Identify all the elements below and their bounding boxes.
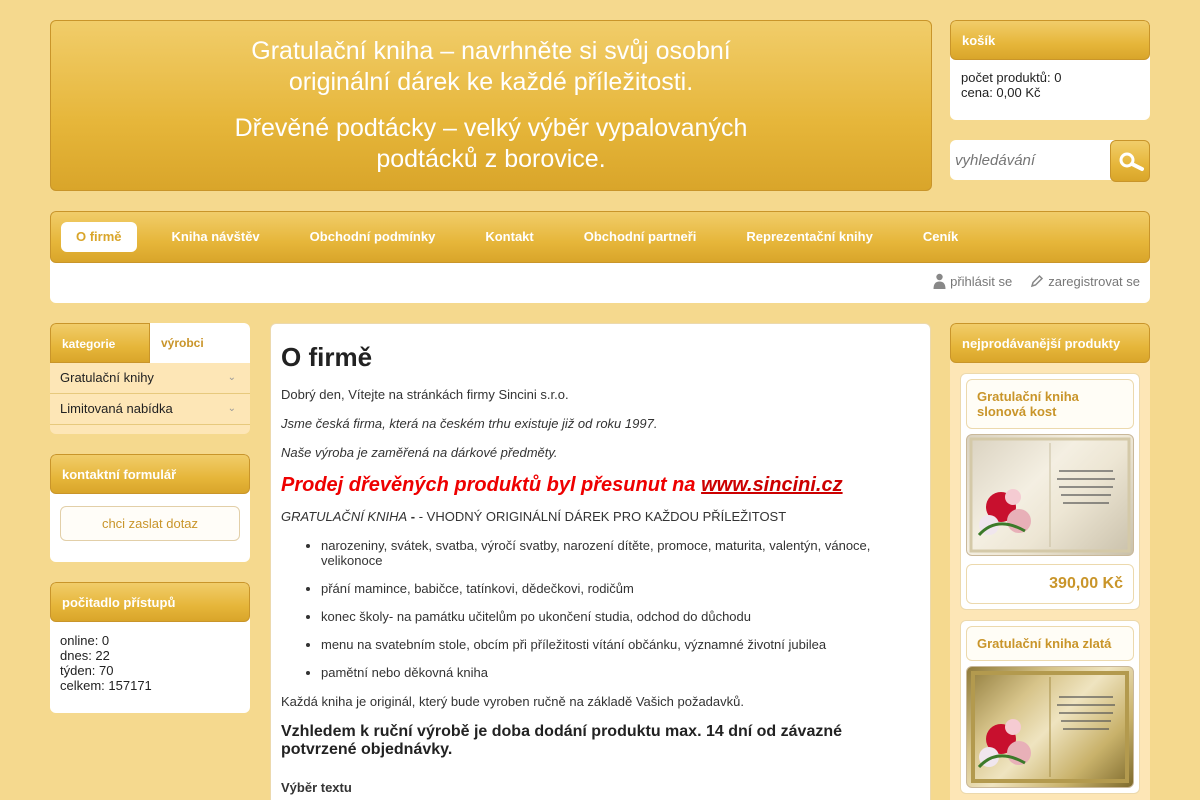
counter-title: počitadlo přístupů <box>50 582 250 622</box>
page-title: O firmě <box>281 342 373 372</box>
categories-box: kategorie výrobci Gratulační knihy ⌄ Lim… <box>50 323 250 434</box>
occasion-list: narozeniny, svátek, svatba, výročí svatb… <box>321 538 920 680</box>
tab-kategorie[interactable]: kategorie <box>50 323 150 363</box>
banner-line-3: Dřevěné podtácky – velký výběr vypalovan… <box>234 114 748 142</box>
text-selection-heading: Výběr textu <box>281 780 352 795</box>
book-rest: - VHODNÝ ORIGINÁLNÍ DÁREK PRO KAŽDOU PŘÍ… <box>415 509 787 524</box>
nav-container: O firmě Kniha návštěv Obchodní podmínky … <box>50 211 1150 303</box>
cart-count: počet produktů: 0 <box>961 70 1062 85</box>
original-text: Každá kniha je originál, který bude vyro… <box>281 694 744 709</box>
banner-text-1: Gratulační kniha – navrhněte si svůj oso… <box>51 36 931 98</box>
nav-item-cenik[interactable]: Ceník <box>908 222 973 252</box>
nav-item-reprezentacni-knihy[interactable]: Reprezentační knihy <box>731 222 887 252</box>
list-item: přání mamince, babičce, tatínkovi, dědeč… <box>321 581 920 596</box>
promo-link[interactable]: www.sincini.cz <box>701 474 843 496</box>
production-text: Naše výroba je zaměřená na dárkové předm… <box>281 445 558 460</box>
category-label: Gratulační knihy <box>60 370 154 385</box>
contact-title: kontaktní formulář <box>50 454 250 494</box>
nav-item-kniha-navstev[interactable]: Kniha návštěv <box>157 222 275 252</box>
book-lead: GRATULAČNÍ KNIHA <box>281 509 408 524</box>
search-input[interactable] <box>950 140 1115 180</box>
list-item: konec školy- na památku učitelům po ukon… <box>321 609 920 624</box>
header-banner: Gratulační kniha – navrhněte si svůj oso… <box>50 20 932 191</box>
register-label: zaregistrovat se <box>1048 273 1140 289</box>
tab-vyrobci[interactable]: výrobci <box>150 323 250 363</box>
banner-text-2: Dřevěné podtácky – velký výběr vypalovan… <box>51 113 931 175</box>
contact-box: kontaktní formulář chci zaslat dotaz <box>50 454 250 562</box>
promo-text: Prodej dřevěných produktů byl přesunut n… <box>281 474 702 496</box>
pencil-icon <box>1031 274 1044 288</box>
product-name[interactable]: Gratulační kniha slonová kost <box>966 379 1134 429</box>
nav-item-o-firme[interactable]: O firmě <box>61 222 137 252</box>
delivery-heading: Vzhledem k ruční výrobě je doba dodání p… <box>281 723 843 758</box>
list-item: pamětní nebo děkovná kniha <box>321 665 920 680</box>
list-item: narozeniny, svátek, svatba, výročí svatb… <box>321 538 920 568</box>
counter-online: online: 0 <box>60 633 110 648</box>
counter-box: počitadlo přístupů online: 0 dnes: 22 tý… <box>50 582 250 713</box>
login-label: přihlásit se <box>950 273 1013 289</box>
chevron-down-icon: ⌄ <box>227 403 236 414</box>
product-card: Gratulační kniha slonová kost 390,00 Kč <box>960 373 1140 610</box>
register-link[interactable]: zaregistrovat se <box>1030 274 1140 289</box>
intro-text: Dobrý den, Vítejte na stránkách firmy Si… <box>281 387 569 402</box>
nav-item-kontakt[interactable]: Kontakt <box>470 222 548 252</box>
main-content: O firmě Dobrý den, Vítejte na stránkách … <box>270 323 931 800</box>
book-image-icon <box>969 437 1131 553</box>
product-card: Gratulační kniha zlatá <box>960 620 1140 794</box>
send-inquiry-button[interactable]: chci zaslat dotaz <box>60 506 240 541</box>
search-box <box>950 140 1150 182</box>
product-image[interactable] <box>966 434 1134 556</box>
company-text: Jsme česká firma, která na českém trhu e… <box>281 416 658 431</box>
counter-total: celkem: 157171 <box>60 678 152 693</box>
category-item-limitovana-nabidka[interactable]: Limitovaná nabídka ⌄ <box>50 394 250 425</box>
book-image-icon <box>971 671 1129 783</box>
counter-today: dnes: 22 <box>60 648 110 663</box>
cart-price: cena: 0,00 Kč <box>961 85 1041 100</box>
nav-item-obchodni-podminky[interactable]: Obchodní podmínky <box>295 222 451 252</box>
user-links: přihlásit se zaregistrovat se <box>933 273 1140 289</box>
product-price: 390,00 Kč <box>966 564 1134 604</box>
user-icon <box>933 273 946 289</box>
cart-box: košík počet produktů: 0 cena: 0,00 Kč <box>950 20 1150 120</box>
promo-notice: Prodej dřevěných produktů byl přesunut n… <box>281 474 920 497</box>
nav-item-obchodni-partneri[interactable]: Obchodní partneři <box>569 222 712 252</box>
product-name[interactable]: Gratulační kniha zlatá <box>966 626 1134 661</box>
product-image[interactable] <box>966 666 1134 788</box>
bestsellers-title: nejprodávanější produkty <box>950 323 1150 363</box>
chevron-down-icon: ⌄ <box>227 372 236 383</box>
cart-title[interactable]: košík <box>950 20 1150 60</box>
category-label: Limitovaná nabídka <box>60 401 173 416</box>
bestsellers-box: nejprodávanější produkty Gratulační knih… <box>950 323 1150 800</box>
main-nav: O firmě Kniha návštěv Obchodní podmínky … <box>50 211 1150 263</box>
book-heading: GRATULAČNÍ KNIHA - - VHODNÝ ORIGINÁLNÍ D… <box>281 509 787 524</box>
list-item: menu na svatebním stole, obcím při příle… <box>321 637 920 652</box>
counter-week: týden: 70 <box>60 663 114 678</box>
magnifier-icon <box>1119 152 1144 171</box>
banner-line-4: podtácků z borovice. <box>376 145 606 173</box>
search-button[interactable] <box>1110 140 1150 182</box>
category-item-gratulacni-knihy[interactable]: Gratulační knihy ⌄ <box>50 363 250 394</box>
login-link[interactable]: přihlásit se <box>933 273 1012 289</box>
banner-line-2: originální dárek ke každé příležitosti. <box>288 68 694 96</box>
banner-line-1: Gratulační kniha – navrhněte si svůj oso… <box>251 37 731 65</box>
